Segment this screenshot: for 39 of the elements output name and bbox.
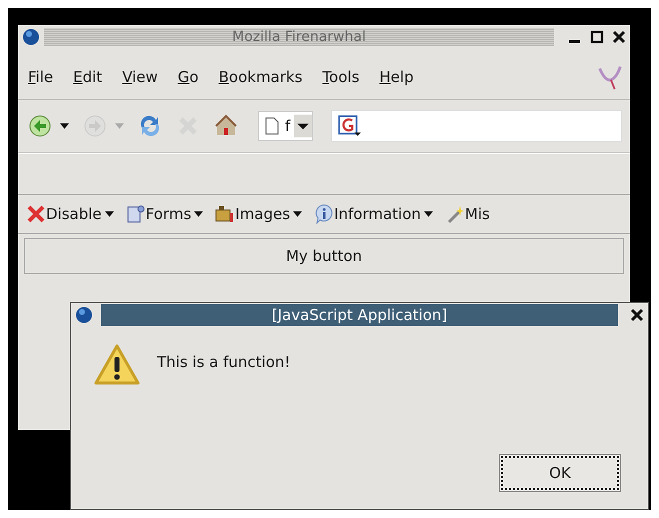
menu-item[interactable]: View <box>122 68 158 86</box>
close-icon[interactable] <box>612 30 626 44</box>
toolbar-menu-button[interactable]: Mis <box>444 204 496 224</box>
toolbar-menu-button[interactable]: Forms <box>126 204 210 224</box>
caret-icon <box>424 211 433 217</box>
menu-item[interactable]: Go <box>178 68 199 86</box>
home-icon <box>214 114 238 138</box>
close-icon[interactable] <box>630 308 644 322</box>
caret-icon[interactable] <box>60 123 69 129</box>
menu-item[interactable]: Bookmarks <box>218 68 302 86</box>
warning-icon <box>93 343 141 387</box>
caret-icon <box>104 211 114 217</box>
ok-button[interactable]: OK <box>499 454 621 492</box>
dialog-title: [JavaScript Application] <box>272 306 448 324</box>
caret-icon <box>293 211 302 217</box>
my-button[interactable]: My button <box>24 238 624 274</box>
reload-icon <box>138 114 162 138</box>
maximize-icon[interactable] <box>590 30 604 44</box>
globe-icon <box>22 28 40 46</box>
camera-icon <box>215 204 236 224</box>
cross-icon <box>26 204 46 224</box>
address-field[interactable]: f <box>258 111 314 141</box>
menu-item[interactable]: Tools <box>322 68 360 86</box>
toolbar-menu-button[interactable]: Images <box>215 204 308 224</box>
window-title: Mozilla Firenarwhal <box>232 29 366 45</box>
toolbar-menu-button[interactable]: Disable <box>26 204 120 224</box>
search-engine-icon <box>338 115 362 137</box>
search-field[interactable] <box>331 110 622 142</box>
page-icon <box>265 117 279 135</box>
menu-item[interactable]: Help <box>379 68 414 86</box>
dropdown-icon[interactable] <box>294 114 312 138</box>
globe-icon <box>75 306 93 324</box>
menu-item[interactable]: Edit <box>73 68 102 86</box>
toolbar-menu-button[interactable]: Information <box>314 204 439 224</box>
menu-item[interactable]: File <box>28 68 54 86</box>
caret-icon <box>194 211 204 217</box>
info-icon <box>314 204 334 224</box>
form-icon <box>126 204 146 224</box>
dialog-message: This is a function! <box>157 353 290 371</box>
